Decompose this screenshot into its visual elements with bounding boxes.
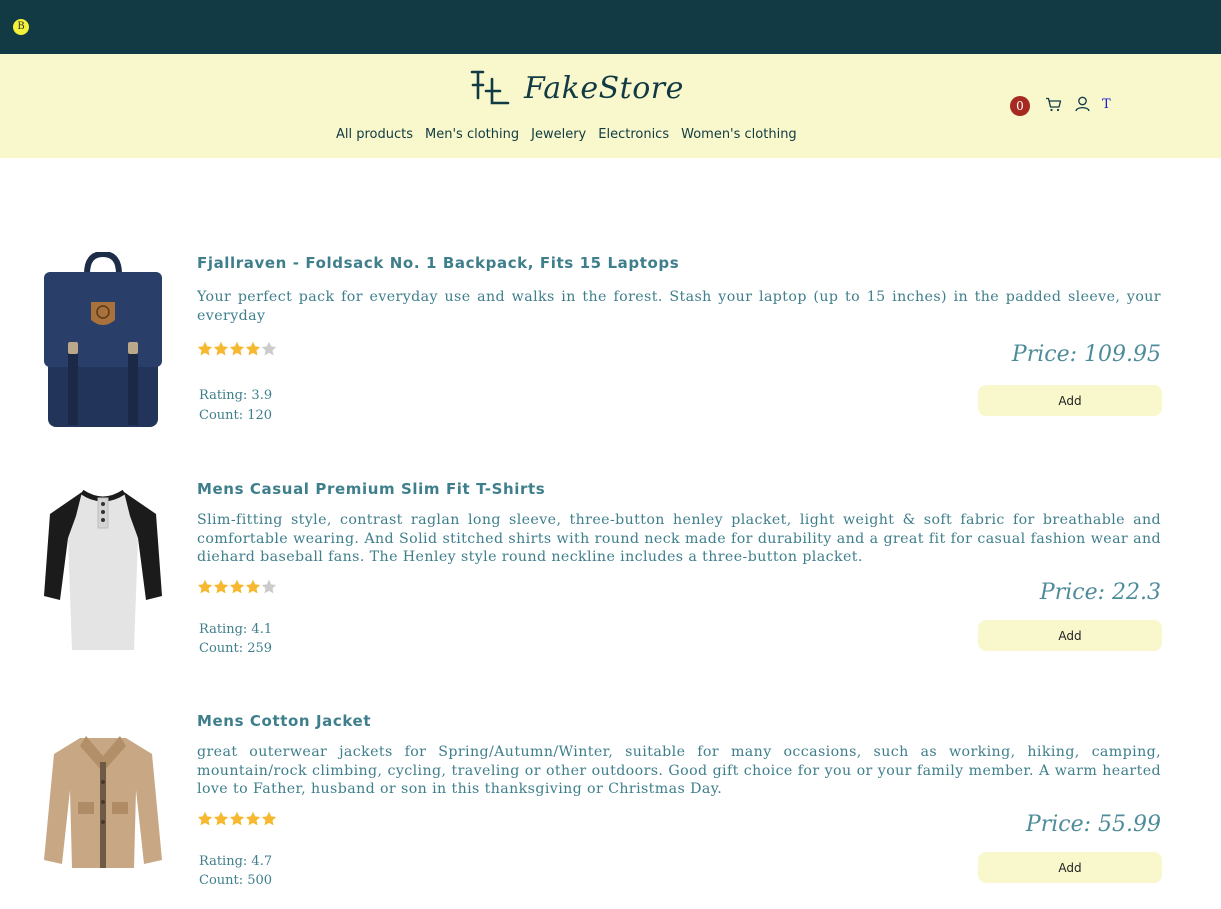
nav-electronics[interactable]: Electronics [598, 127, 669, 142]
add-to-cart-button[interactable]: Add [978, 852, 1162, 883]
product-rating: Rating: 3.9 [199, 388, 273, 403]
tshirt-image[interactable] [42, 486, 164, 656]
star-filled-icon [197, 341, 213, 356]
rating-stars [197, 579, 277, 594]
site-logo[interactable]: FakeStore [470, 68, 684, 108]
star-filled-icon [197, 579, 213, 594]
product-count: Count: 120 [199, 408, 273, 423]
product-description: Your perfect pack for everyday use and w… [197, 289, 1161, 324]
star-filled-icon [213, 579, 229, 594]
star-empty-icon [261, 579, 277, 594]
product-rating: Rating: 4.1 [199, 622, 273, 637]
product-rating: Rating: 4.7 [199, 854, 273, 869]
star-filled-icon [245, 811, 261, 826]
nav-all-products[interactable]: All products [336, 127, 413, 142]
star-filled-icon [213, 341, 229, 356]
logo-text: FakeStore [524, 70, 684, 106]
star-filled-icon [229, 341, 245, 356]
product-description: Slim-fitting style, contrast raglan long… [197, 512, 1161, 565]
star-filled-icon [245, 341, 261, 356]
product-description: great outerwear jackets for Spring/Autum… [197, 744, 1161, 797]
product-count: Count: 500 [199, 873, 273, 888]
rating-stars [197, 811, 277, 826]
nav-mens-clothing[interactable]: Men's clothing [425, 127, 519, 142]
product-count: Count: 259 [199, 641, 273, 656]
category-nav: All products Men's clothing Jewelery Ele… [336, 127, 797, 142]
backpack-image[interactable] [42, 250, 164, 434]
extension-badge[interactable]: B [13, 19, 29, 35]
star-filled-icon [229, 811, 245, 826]
star-filled-icon [245, 579, 261, 594]
add-to-cart-button[interactable]: Add [978, 385, 1162, 416]
cart-count-badge[interactable]: 0 [1010, 96, 1030, 116]
star-empty-icon [261, 341, 277, 356]
star-filled-icon [261, 811, 277, 826]
jacket-image[interactable] [42, 732, 164, 874]
cart-icon[interactable] [1045, 97, 1062, 116]
star-filled-icon [229, 579, 245, 594]
logo-mark-icon [470, 70, 510, 105]
top-bar: B [0, 0, 1221, 54]
product-price: Price: 109.95 [1011, 342, 1161, 367]
nav-womens-clothing[interactable]: Women's clothing [681, 127, 797, 142]
star-filled-icon [197, 811, 213, 826]
product-price: Price: 22.3 [1039, 580, 1161, 605]
site-header: FakeStore All products Men's clothing Je… [0, 54, 1221, 158]
t-link[interactable]: T [1102, 97, 1111, 112]
nav-jewelery[interactable]: Jewelery [531, 127, 586, 142]
add-to-cart-button[interactable]: Add [978, 620, 1162, 651]
rating-stars [197, 341, 277, 356]
product-title[interactable]: Fjallraven - Foldsack No. 1 Backpack, Fi… [197, 254, 679, 272]
product-title[interactable]: Mens Cotton Jacket [197, 712, 371, 730]
product-price: Price: 55.99 [1025, 812, 1161, 837]
star-filled-icon [213, 811, 229, 826]
user-icon[interactable] [1075, 96, 1090, 116]
product-title[interactable]: Mens Casual Premium Slim Fit T-Shirts [197, 480, 545, 498]
